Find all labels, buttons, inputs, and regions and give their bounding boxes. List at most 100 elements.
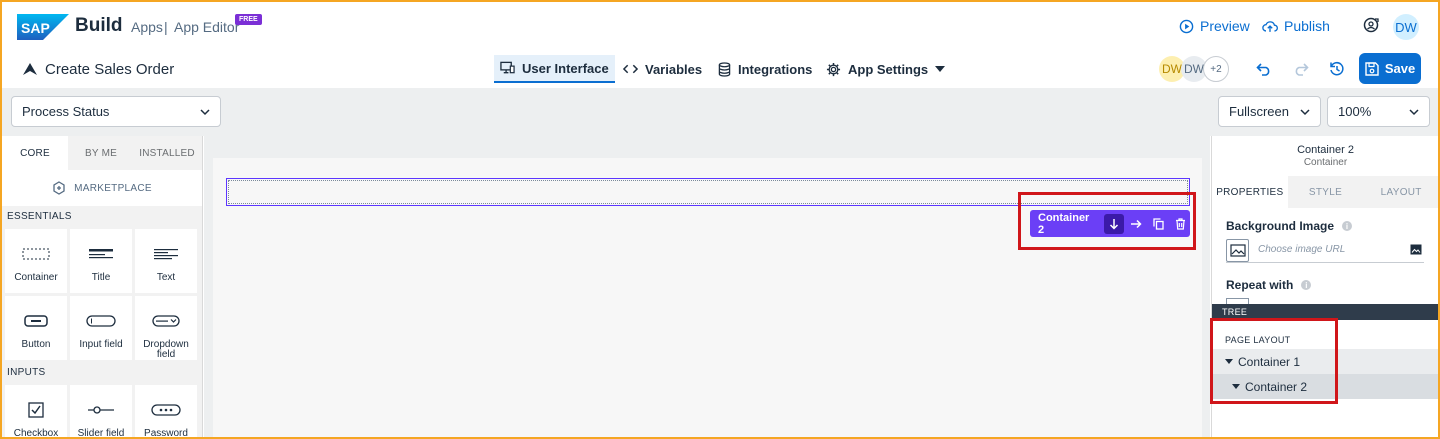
- dropdown-field-icon: [152, 315, 180, 327]
- component-label: Container: [14, 272, 58, 283]
- page-select[interactable]: Process Status: [11, 96, 221, 127]
- button-icon: [24, 315, 48, 327]
- component-button[interactable]: Button: [5, 296, 67, 360]
- image-url-placeholder: Choose image URL: [1258, 244, 1346, 255]
- highlight-box: [1210, 318, 1338, 404]
- zoom-select[interactable]: 100%: [1327, 96, 1430, 127]
- app-logo-icon: [23, 63, 37, 75]
- component-container[interactable]: Container: [5, 229, 67, 293]
- component-checkbox-field[interactable]: Checkbox field: [5, 385, 67, 437]
- component-slider-field[interactable]: Slider field: [70, 385, 132, 437]
- tab-core[interactable]: CORE: [2, 136, 68, 170]
- properties-tabs: PROPERTIES STYLE LAYOUT: [1212, 176, 1438, 208]
- image-picker-icon[interactable]: [1410, 244, 1422, 255]
- database-icon: [718, 61, 731, 77]
- component-label: Dropdown field: [143, 339, 189, 360]
- undo-icon: [1256, 63, 1270, 76]
- tab-label: User Interface: [522, 60, 609, 76]
- free-badge: FREE: [235, 14, 262, 25]
- component-input-field[interactable]: Input field: [70, 296, 132, 360]
- history-button[interactable]: [1326, 58, 1348, 80]
- chevron-down-icon: [1409, 108, 1419, 115]
- text-icon: [154, 249, 178, 260]
- app-editor-label: App Editor: [174, 19, 240, 35]
- history-icon: [1330, 61, 1344, 76]
- app-window: SAP Build Apps | App Editor FREE Preview…: [2, 2, 1438, 437]
- selected-component-type: Container: [1303, 157, 1348, 168]
- marketplace-link[interactable]: MARKETPLACE: [2, 170, 202, 206]
- component-label: Input field: [79, 339, 123, 350]
- component-dropdown-field[interactable]: Dropdown field: [135, 296, 197, 360]
- background-image-input[interactable]: Choose image URL: [1226, 239, 1424, 263]
- section-inputs: INPUTS: [2, 362, 202, 382]
- tab-integrations[interactable]: Integrations: [712, 55, 818, 83]
- preview-label: Preview: [1200, 18, 1250, 34]
- page-select-value: Process Status: [22, 104, 110, 119]
- tab-label: Variables: [645, 61, 703, 77]
- password-field-icon: [151, 404, 181, 416]
- view-mode-value: Fullscreen: [1229, 104, 1289, 119]
- info-icon[interactable]: i: [1301, 280, 1312, 290]
- user-avatar[interactable]: DW: [1393, 14, 1419, 40]
- tab-app-settings[interactable]: App Settings: [820, 55, 951, 83]
- component-password-field[interactable]: Password field: [135, 385, 197, 437]
- publish-label: Publish: [1284, 18, 1330, 34]
- zoom-value: 100%: [1338, 104, 1372, 119]
- breadcrumb-separator: |: [164, 19, 168, 35]
- more-collaborators-badge[interactable]: +2: [1203, 56, 1229, 82]
- slider-icon: [88, 406, 114, 414]
- selected-component-title: Container 2: [1297, 144, 1354, 156]
- title-icon: [89, 249, 113, 259]
- tab-user-interface[interactable]: User Interface: [494, 55, 615, 83]
- tab-installed[interactable]: INSTALLED: [134, 136, 200, 170]
- redo-icon: [1295, 63, 1309, 76]
- undo-button[interactable]: [1253, 58, 1275, 80]
- tab-layout[interactable]: LAYOUT: [1363, 176, 1438, 208]
- component-label: Text: [156, 272, 176, 283]
- component-text[interactable]: Text: [135, 229, 197, 293]
- view-mode-select[interactable]: Fullscreen: [1218, 96, 1321, 127]
- chevron-down-icon: [1300, 108, 1310, 115]
- container-icon: [22, 248, 50, 260]
- user-feedback-icon[interactable]: [1362, 17, 1380, 35]
- editor-nav-bar: Create Sales Order User Interface Variab…: [2, 50, 1438, 88]
- tab-variables[interactable]: Variables: [617, 55, 708, 83]
- component-label: Password field: [144, 428, 188, 438]
- save-button[interactable]: Save: [1359, 53, 1421, 84]
- top-bar: SAP Build Apps | App Editor FREE Preview…: [2, 2, 1438, 50]
- image-thumbnail: [1226, 239, 1249, 262]
- component-title[interactable]: Title: [70, 229, 132, 293]
- gear-icon: [826, 62, 841, 76]
- tab-by-me[interactable]: BY ME: [68, 136, 134, 170]
- chevron-down-icon: [200, 108, 210, 115]
- highlight-box: [1018, 192, 1196, 250]
- caret-down-icon: [935, 66, 946, 72]
- publish-button[interactable]: Publish: [1262, 18, 1330, 34]
- component-label: Checkbox field: [13, 428, 59, 438]
- save-label: Save: [1384, 61, 1416, 76]
- apps-link[interactable]: Apps: [131, 19, 163, 35]
- component-palette: CORE BY ME INSTALLED MARKETPLACE ESSENTI…: [2, 136, 203, 437]
- essentials-grid: Container Title Text Button Input field …: [2, 226, 202, 362]
- preview-button[interactable]: Preview: [1179, 18, 1250, 34]
- tab-style[interactable]: STYLE: [1288, 176, 1364, 208]
- repeat-with-property: Repeat with i: [1226, 278, 1312, 292]
- marketplace-icon: [53, 181, 65, 195]
- property-label: Background Image: [1226, 219, 1335, 233]
- product-name: Build: [75, 15, 123, 36]
- monitor-icon: [500, 61, 515, 74]
- redo-button[interactable]: [1290, 58, 1312, 80]
- info-icon[interactable]: i: [1342, 221, 1353, 231]
- tab-properties[interactable]: PROPERTIES: [1212, 176, 1288, 208]
- palette-tabs: CORE BY ME INSTALLED: [2, 136, 202, 170]
- inputs-grid: Checkbox field Slider field Password fie…: [2, 382, 202, 437]
- checkbox-icon: [28, 402, 44, 418]
- input-field-icon: [86, 315, 116, 327]
- floppy-disk-icon: [1365, 61, 1379, 76]
- cloud-upload-icon: [1262, 20, 1278, 32]
- property-label: Repeat with: [1226, 278, 1294, 292]
- background-image-property: Background Image i: [1226, 219, 1353, 233]
- editor-toolbar: Process Status Fullscreen 100%: [2, 88, 1438, 136]
- canvas-area: Container 2: [204, 136, 1210, 437]
- image-icon: [1229, 244, 1246, 257]
